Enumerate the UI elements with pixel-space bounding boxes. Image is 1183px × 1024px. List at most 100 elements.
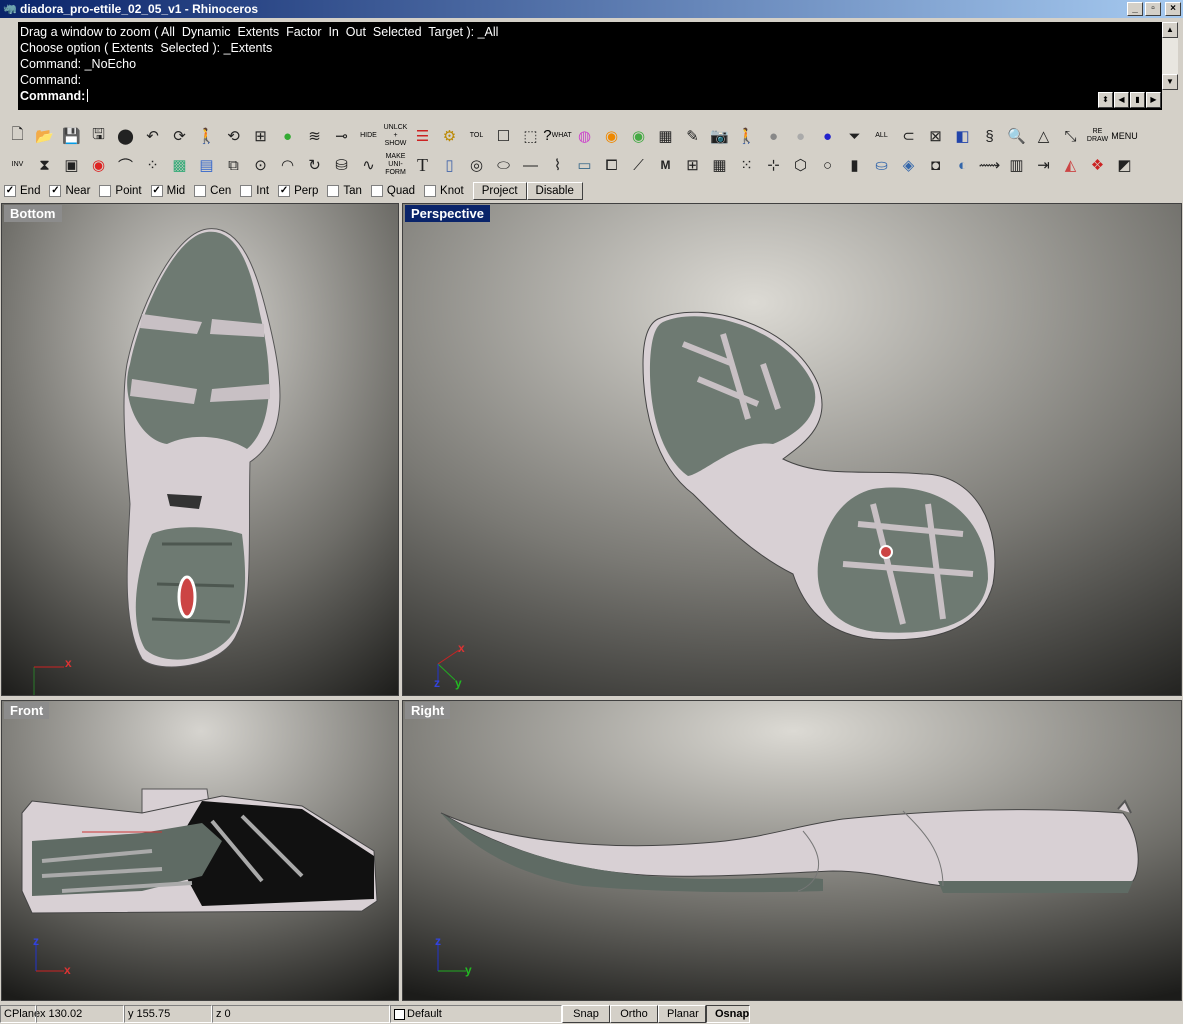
cylinder-blue-icon[interactable]: ⛀ [868,152,895,178]
scroll-vertical-icon[interactable]: ⬍ [1098,92,1113,108]
osnap-checkbox-icon[interactable] [424,185,437,197]
viewport-front-title[interactable]: Front [4,702,50,719]
join-curves-icon[interactable]: ⊂ [895,123,922,149]
boolean-union-icon[interactable]: ◈ [895,152,922,178]
viewport-bottom[interactable]: x Bottom [1,203,399,696]
circle-point-icon[interactable]: ⊙ [247,152,274,178]
record-red-icon[interactable]: ◉ [85,152,112,178]
project-button[interactable]: Project [472,182,527,200]
osnap-int[interactable]: Int [240,185,269,197]
osnap-mid[interactable]: ✓ Mid [150,185,185,197]
points-icon[interactable]: ⁘ [139,152,166,178]
menu-button[interactable]: MENU [1111,123,1138,149]
color-wheel-2-icon[interactable]: ◉ [625,123,652,149]
export-arrow-icon[interactable]: ⇥ [1030,152,1057,178]
diagonal-line-icon[interactable]: ⟋ [625,152,652,178]
maximize-button[interactable]: ▫ [1145,2,1161,16]
tolerance-button[interactable]: TOL [463,123,490,149]
cylinder-stack-icon[interactable]: ⛁ [328,152,355,178]
cube-icon[interactable]: ⬚ [517,123,544,149]
osnap-checkbox-icon[interactable] [240,185,253,197]
blue-sphere-icon[interactable]: ● [814,123,841,149]
osnap-toggle[interactable]: Osnap [706,1005,750,1023]
command-input-row[interactable]: Command: [20,88,1162,104]
osnap-checkbox-icon[interactable]: ✓ [49,185,62,197]
dimension-m-icon[interactable]: M [652,152,679,178]
pencil-icon[interactable]: ✎ [679,123,706,149]
snap-toggle[interactable]: Snap [562,1005,610,1023]
cylinder-icon[interactable]: ▭ [571,152,598,178]
color-sphere-icon[interactable]: ◍ [571,123,598,149]
text-tool-icon[interactable]: T [409,152,436,178]
transform-arrows-icon[interactable]: ⤡ [1057,123,1084,149]
blend-curve-icon[interactable]: ⌇ [544,152,571,178]
render-green-icon[interactable]: ● [274,123,301,149]
circle-outline-icon[interactable]: ○ [814,152,841,178]
osnap-near[interactable]: ✓ Near [49,185,90,197]
osnap-perp[interactable]: ✓ Perp [278,185,318,197]
save-as-icon[interactable]: 🖫 [85,123,112,149]
select-all-button[interactable]: ALL [868,123,895,149]
color-wheel-icon[interactable]: ◉ [598,123,625,149]
osnap-knot[interactable]: Knot [424,185,464,197]
record-icon[interactable]: ⬤ [112,123,139,149]
zoom-rotate-icon[interactable]: ⟲ [220,123,247,149]
flag-icon[interactable]: ☰ [409,123,436,149]
boxes-icon[interactable]: ⧉ [220,152,247,178]
osnap-checkbox-icon[interactable] [99,185,112,197]
osnap-checkbox-icon[interactable]: ✓ [278,185,291,197]
mosaic-icon[interactable]: ▤ [193,152,220,178]
mesh-icon[interactable]: ▦ [706,152,733,178]
pipe-icon[interactable]: ◘ [922,152,949,178]
curve-arc-icon[interactable]: ⌒ [112,152,139,178]
cplane-label[interactable]: CPlane [0,1005,40,1023]
viewport-bottom-title[interactable]: Bottom [4,205,62,222]
osnap-checkbox-icon[interactable]: ✓ [4,185,16,197]
open-folder-icon[interactable]: 📂 [31,123,58,149]
command-history[interactable]: Drag a window to zoom ( All Dynamic Exte… [18,22,1162,110]
osnap-end[interactable]: ✓ End [4,185,40,197]
scroll-up-arrow-icon[interactable]: ▲ [1162,22,1178,38]
scatter-points-icon[interactable]: ⁙ [733,152,760,178]
curve-s-icon[interactable]: § [976,123,1003,149]
layer-selector[interactable]: Default [390,1005,562,1023]
layers-icon[interactable]: ≋ [301,123,328,149]
sweep-curve-icon[interactable]: ∿ [355,152,382,178]
grid-snap-icon[interactable]: ⊠ [922,123,949,149]
viewport-right-title[interactable]: Right [405,702,451,719]
ellipse-icon[interactable]: ⬭ [490,152,517,178]
box-blue-icon[interactable]: ◧ [949,123,976,149]
pan-person-icon[interactable]: 🚶 [193,123,220,149]
pattern-red-icon[interactable]: ❖ [1084,152,1111,178]
command-scrollbar[interactable]: ▲ ▼ [1162,22,1178,90]
walk-icon[interactable]: 🚶 [733,123,760,149]
osnap-quad[interactable]: Quad [370,185,415,197]
viewport-right[interactable]: z y Right [402,700,1182,1001]
save-icon[interactable]: 💾 [58,123,85,149]
ortho-toggle[interactable]: Ortho [610,1005,658,1023]
render-scene-icon[interactable]: ◭ [1057,152,1084,178]
grey-sphere-icon[interactable]: ● [760,123,787,149]
surface-flow-icon[interactable]: ⟿ [976,152,1003,178]
viewport-perspective[interactable]: x y z Perspective [402,203,1182,696]
gradient-square-icon[interactable]: ▦ [652,123,679,149]
polygon-icon[interactable]: ⬡ [787,152,814,178]
landscape-image-icon[interactable]: ▩ [166,152,193,178]
osnap-checkbox-icon[interactable] [194,185,207,197]
dot-cross-icon[interactable]: ⊹ [760,152,787,178]
make-uniform-button[interactable]: MAKE UNI- FORM [382,152,409,178]
planar-toggle[interactable]: Planar [658,1005,706,1023]
loop-icon[interactable]: ↻ [301,152,328,178]
osnap-checkbox-icon[interactable] [327,185,340,197]
osnap-tan[interactable]: Tan [327,185,362,197]
zoom-lens-icon[interactable]: 🔍 [1003,123,1030,149]
undo-icon[interactable]: ↶ [139,123,166,149]
lock-key-icon[interactable]: ⊸ [328,123,355,149]
new-file-icon[interactable]: 🗋 [4,123,31,149]
viewport-perspective-title[interactable]: Perspective [405,205,490,222]
scroll-right-icon[interactable]: ▶ [1146,92,1161,108]
silver-sphere-icon[interactable]: ● [787,123,814,149]
redo-cycle-icon[interactable]: ⟳ [166,123,193,149]
frame-square-icon[interactable]: ▣ [58,152,85,178]
hourglass-icon[interactable]: ⧗ [31,152,58,178]
